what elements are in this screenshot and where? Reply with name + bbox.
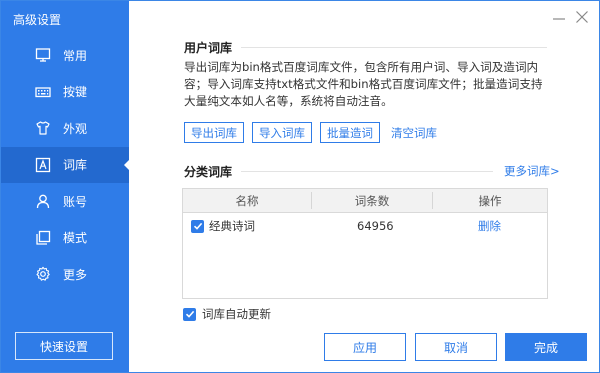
column-header-action: 操作 [478,193,502,208]
settings-window: 高级设置 常用 按键 外观 词库 账号 模式 更多 快速设置 用户词库 导出词库… [0,0,600,373]
sidebar-item-more[interactable]: 更多 [1,256,129,293]
auto-update-label: 词库自动更新 [202,307,271,321]
gear-icon [35,266,51,282]
close-icon [576,11,588,23]
user-icon [35,193,51,209]
table-row: 经典诗词 64956 删除 [183,213,547,239]
column-header-count: 词条数 [354,193,390,208]
category-dict-table: 名称 词条数 操作 经典诗词 64956 删除 [182,188,548,299]
sidebar-item-label: 账号 [63,194,88,209]
section-title-category-dict: 分类词库 [184,165,233,179]
section-divider [241,47,547,48]
monitor-icon [35,47,51,63]
column-header-name: 名称 [235,193,259,208]
batch-create-button[interactable]: 批量造词 [320,122,380,143]
minimize-button[interactable] [551,9,567,25]
minimize-icon [553,18,565,20]
sidebar-item-mode[interactable]: 模式 [1,220,129,257]
checkmark-icon [193,222,202,230]
sidebar-item-label: 外观 [63,121,88,136]
checkbox[interactable] [191,219,204,233]
dict-count: 64956 [357,219,394,233]
auto-update-checkbox[interactable] [183,307,196,321]
sidebar-item-label: 模式 [63,231,88,246]
sidebar-item-account[interactable]: 账号 [1,183,129,220]
export-dict-button[interactable]: 导出词库 [184,122,244,143]
import-dict-button[interactable]: 导入词库 [252,122,312,143]
sidebar-item-label: 词库 [63,158,88,173]
sidebar-nav: 常用 按键 外观 词库 账号 模式 更多 [1,37,130,293]
section-divider [241,171,493,172]
keyboard-icon [35,84,51,100]
layers-icon [35,230,51,246]
close-button[interactable] [574,9,590,25]
shirt-icon [35,120,51,136]
row-checkbox[interactable] [191,213,204,239]
section-title-user-dict: 用户词库 [184,41,233,55]
done-button[interactable]: 完成 [505,333,587,361]
sidebar-item-appearance[interactable]: 外观 [1,110,129,147]
sidebar-item-label: 常用 [63,48,88,63]
sidebar-item-label: 更多 [63,267,88,282]
more-dict-link[interactable]: 更多词库> [504,163,560,179]
sidebar-item-keys[interactable]: 按键 [1,74,129,111]
sidebar-item-dictionary[interactable]: 词库 [1,146,130,183]
delete-dict-link[interactable]: 删除 [478,213,501,239]
auto-update-option[interactable]: 词库自动更新 [183,306,271,322]
quick-settings-button[interactable]: 快速设置 [15,332,113,360]
dictionary-icon [35,157,51,173]
cancel-button[interactable]: 取消 [415,333,497,361]
table-header: 名称 词条数 操作 [183,189,547,213]
sidebar-item-common[interactable]: 常用 [1,37,129,74]
dict-name: 经典诗词 [209,219,255,233]
clear-dict-link[interactable]: 清空词库 [391,125,437,141]
sidebar-item-label: 按键 [63,85,88,100]
app-title: 高级设置 [13,13,62,27]
sidebar: 高级设置 常用 按键 外观 词库 账号 模式 更多 快速设置 [1,1,130,372]
user-dict-description: 导出词库为bin格式百度词库文件，包含所有用户词、导入词及造词内容；导入词库支持… [184,60,543,108]
checkmark-icon [185,310,194,318]
apply-button[interactable]: 应用 [324,333,406,361]
